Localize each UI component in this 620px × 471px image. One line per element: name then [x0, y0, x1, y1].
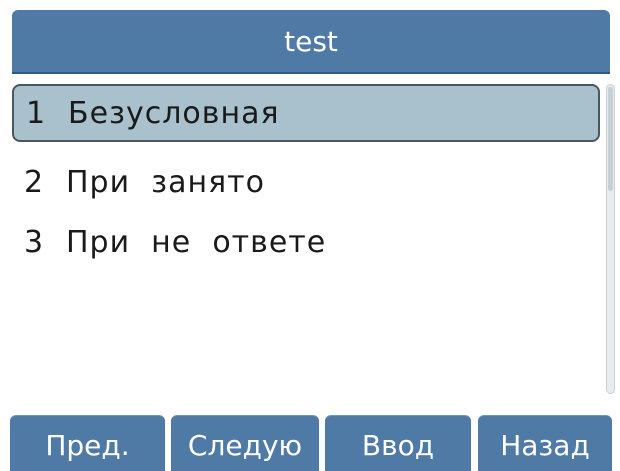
softkey-back-button[interactable]: Назад	[478, 415, 612, 471]
menu-item-label: Безусловная	[68, 95, 280, 131]
menu-item-busy[interactable]: 2 При занято	[12, 153, 600, 211]
softkey-prev-button[interactable]: Пред.	[10, 415, 165, 471]
scrollbar[interactable]	[606, 84, 615, 394]
title-bar: test	[12, 10, 610, 74]
phone-screen: test 1 Безусловная 2 При занято 3 При не…	[0, 0, 620, 471]
menu-list: 1 Безусловная 2 При занято 3 При не отве…	[12, 80, 602, 400]
menu-item-unconditional[interactable]: 1 Безусловная	[12, 84, 600, 142]
screen-title: test	[284, 25, 338, 58]
softkey-next-button[interactable]: Следую	[171, 415, 319, 471]
softkey-enter-button[interactable]: Ввод	[325, 415, 471, 471]
softkey-bar: Пред. Следую Ввод Назад	[0, 415, 620, 471]
menu-item-label: При не ответе	[66, 224, 327, 260]
menu-item-number: 2	[24, 164, 45, 200]
menu-item-label: При занято	[66, 164, 265, 200]
menu-item-number: 1	[26, 95, 47, 131]
menu-item-number: 3	[24, 224, 45, 260]
scrollbar-thumb[interactable]	[608, 87, 613, 191]
menu-item-no-answer[interactable]: 3 При не ответе	[12, 213, 600, 271]
